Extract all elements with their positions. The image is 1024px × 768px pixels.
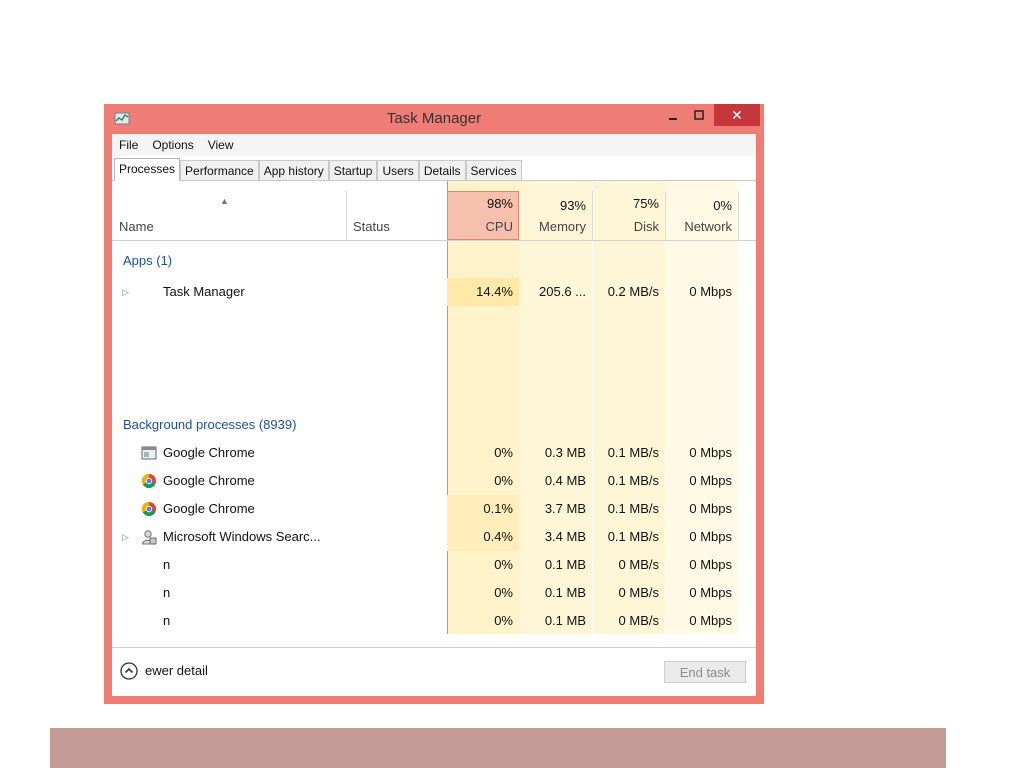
header-separator (738, 191, 739, 240)
column-header-status[interactable]: Status (353, 219, 390, 234)
network-value: 0 Mbps (689, 445, 732, 460)
sort-arrow-icon: ▲ (220, 196, 229, 206)
process-name: n (163, 557, 171, 572)
header-separator (346, 191, 347, 240)
network-percent: 0% (713, 198, 732, 213)
group-label-apps[interactable]: Apps (1) (123, 247, 172, 275)
cpu-value: 0.1% (483, 501, 513, 516)
process-name: Microsoft Windows Searc... (163, 529, 321, 544)
disk-value: 0.1 MB/s (607, 501, 659, 516)
tab-details[interactable]: Details (418, 160, 466, 181)
table-row[interactable]: Google Chrome 0% 0.4 MB 0.1 MB/s 0 Mbps (112, 467, 756, 495)
table-row[interactable]: ▷ Microsoft Windows Searc... 0.4% 3.4 MB… (112, 523, 756, 551)
memory-value: 0.1 MB (544, 613, 586, 628)
header-divider (112, 240, 756, 241)
tab-processes[interactable]: Processes (114, 158, 181, 181)
network-value: 0 Mbps (689, 613, 732, 628)
slide-footer-band (50, 728, 946, 768)
network-value: 0 Mbps (689, 585, 732, 600)
maximize-button[interactable] (686, 104, 712, 126)
column-header-name[interactable]: Name (119, 219, 154, 234)
network-value: 0 Mbps (689, 284, 732, 299)
menu-file[interactable]: File (112, 138, 145, 152)
minimize-icon (669, 118, 677, 120)
disk-value: 0 MB/s (618, 557, 659, 572)
column-header-memory[interactable]: Memory (520, 219, 586, 234)
chrome-icon (142, 474, 156, 488)
disk-percent: 75% (632, 196, 659, 211)
cpu-value: 0% (494, 473, 513, 488)
memory-value: 0.1 MB (544, 585, 586, 600)
menu-options[interactable]: Options (145, 138, 200, 152)
table-row[interactable]: Google Chrome 0% 0.3 MB 0.1 MB/s 0 Mbps (112, 439, 756, 467)
fewer-details-link[interactable]: ewer detail (145, 662, 208, 680)
process-name: n (163, 613, 171, 628)
disk-value: 0.1 MB/s (607, 529, 659, 544)
process-name: Google Chrome (163, 445, 255, 460)
cpu-value: 0% (494, 557, 513, 572)
end-task-button[interactable]: End task (664, 661, 746, 683)
maximize-icon (694, 110, 704, 120)
close-icon: ✕ (731, 106, 743, 123)
cpu-value: 0% (494, 445, 513, 460)
expand-arrow-icon[interactable]: ▷ (122, 523, 129, 551)
memory-value: 3.7 MB (544, 501, 586, 516)
table-row[interactable]: n 0% 0.1 MB 0 MB/s 0 Mbps (112, 579, 756, 607)
cpu-value: 0% (494, 585, 513, 600)
memory-value: 3.4 MB (544, 529, 586, 544)
menu-view[interactable]: View (201, 138, 241, 152)
menu-bar: File Options View (112, 134, 756, 156)
tab-performance[interactable]: Performance (180, 160, 259, 181)
tab-services[interactable]: Services (465, 160, 522, 181)
process-name: Google Chrome (163, 473, 255, 488)
fewer-details-chevron-icon[interactable] (120, 662, 138, 680)
table-row[interactable]: Google Chrome 0.1% 3.7 MB 0.1 MB/s 0 Mbp… (112, 495, 756, 523)
chrome-icon (142, 502, 156, 516)
tab-startup[interactable]: Startup (328, 160, 378, 181)
process-name: Google Chrome (163, 501, 255, 516)
memory-value: 0.4 MB (544, 473, 586, 488)
task-manager-window: Task Manager ✕ File Options View Process… (104, 104, 764, 704)
network-value: 0 Mbps (689, 529, 732, 544)
network-value: 0 Mbps (689, 557, 732, 572)
table-row[interactable]: n 0% 0.1 MB 0 MB/s 0 Mbps (112, 607, 756, 635)
cpu-value: 0% (494, 613, 513, 628)
disk-value: 0 MB/s (618, 585, 659, 600)
tab-strip: Processes Performance App history Startu… (114, 158, 522, 181)
network-value: 0 Mbps (689, 473, 732, 488)
memory-value: 0.1 MB (544, 557, 586, 572)
column-header-network[interactable]: Network (666, 219, 732, 234)
disk-value: 0 MB/s (618, 613, 659, 628)
cpu-percent: 98% (486, 196, 513, 211)
minimize-button[interactable] (660, 104, 686, 126)
expand-arrow-icon[interactable]: ▷ (122, 278, 129, 306)
disk-value: 0.1 MB/s (607, 445, 659, 460)
memory-value: 0.3 MB (544, 445, 586, 460)
task-manager-content: File Options View Processes Performance … (112, 134, 756, 696)
disk-value: 0.1 MB/s (607, 473, 659, 488)
group-label-background[interactable]: Background processes (8939) (123, 411, 296, 439)
network-value: 0 Mbps (689, 501, 732, 516)
process-name: Task Manager (163, 284, 245, 299)
process-name: n (163, 585, 171, 600)
table-row[interactable]: ▷ Task Manager 14.4% 205.6 ... 0.2 MB/s … (112, 278, 756, 306)
table-row[interactable]: n 0% 0.1 MB 0 MB/s 0 Mbps (112, 551, 756, 579)
column-header-cpu[interactable]: CPU (447, 219, 513, 234)
memory-percent: 93% (559, 198, 586, 213)
tab-app-history[interactable]: App history (258, 160, 329, 181)
memory-value: 205.6 ... (539, 284, 586, 299)
column-header-disk[interactable]: Disk (593, 219, 659, 234)
cpu-value: 0.4% (483, 529, 513, 544)
footer-divider (112, 647, 756, 648)
title-bar[interactable]: Task Manager ✕ (104, 104, 764, 134)
window-app-icon (141, 446, 157, 460)
disk-value: 0.2 MB/s (607, 284, 659, 299)
cpu-value: 14.4% (476, 284, 513, 299)
search-service-icon (141, 530, 157, 545)
close-button[interactable]: ✕ (714, 104, 760, 126)
tab-users[interactable]: Users (377, 160, 419, 181)
